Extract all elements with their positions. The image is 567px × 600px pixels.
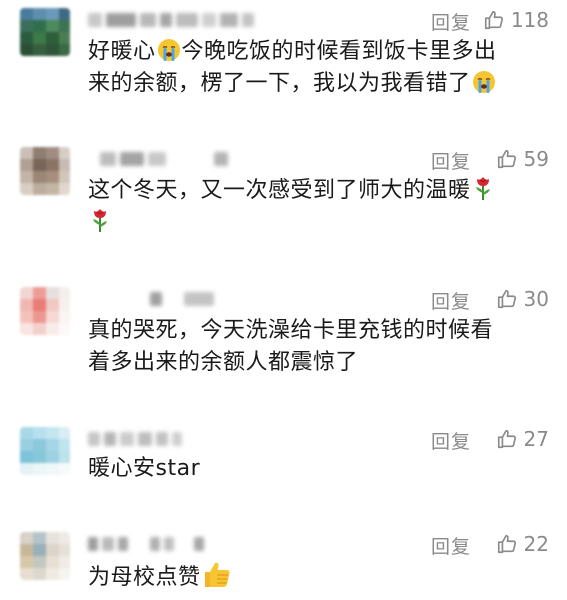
reply-button[interactable]: 回复 (431, 8, 471, 35)
comment-item: 回复 27 暖心安star (0, 427, 567, 497)
like-count: 27 (523, 427, 549, 451)
comment-item: 回复 22 为母校点赞 (0, 532, 567, 600)
avatar[interactable] (20, 147, 70, 195)
reply-button[interactable]: 回复 (431, 287, 471, 314)
thumbs-up-icon (497, 534, 516, 554)
like-button[interactable]: 22 (496, 532, 549, 556)
comment-item: 回复 30 真的哭死，今天洗澡给卡里充钱的时候看 着多出来的余额人都震惊了 (0, 287, 567, 387)
crying-face-icon (472, 71, 495, 93)
rose-icon (475, 177, 490, 200)
thumbs-up-icon (484, 10, 503, 30)
rose-icon (93, 209, 107, 232)
username-blurred[interactable] (100, 151, 228, 167)
thumbs-up-emoji-icon (204, 562, 230, 587)
comment-text: 好暖心 今晚吃饭的时候看到饭卡里多出 来的余额，楞了一下，我以为我看错了 (88, 39, 497, 96)
thumbs-up-icon (497, 289, 516, 309)
avatar[interactable] (20, 532, 70, 580)
like-button[interactable]: 30 (496, 287, 549, 311)
comment-text: 暖心安star (88, 456, 201, 481)
comment-item: 回复 118 好暖心 今晚吃饭的时候看到饭卡里多出 来的余额，楞了一下，我以为我看… (0, 8, 567, 108)
like-count: 59 (523, 147, 549, 171)
comment-item: 回复 59 这个冬天，又一次感受到了师大的温暖 (0, 147, 567, 257)
like-button[interactable]: 59 (496, 147, 549, 171)
username-blurred[interactable] (88, 431, 182, 447)
crying-face-icon (157, 39, 180, 61)
like-count: 30 (523, 287, 549, 311)
like-button[interactable]: 27 (496, 427, 549, 451)
comment-text: 为母校点赞 (88, 560, 545, 594)
like-count: 22 (523, 532, 549, 556)
avatar[interactable] (20, 8, 70, 56)
reply-button[interactable]: 回复 (431, 427, 471, 454)
like-button[interactable]: 118 (483, 8, 549, 32)
thumbs-up-icon (497, 429, 516, 449)
username-blurred[interactable] (88, 536, 204, 552)
username-blurred[interactable] (88, 12, 254, 28)
comment-text: 这个冬天，又一次感受到了师大的温暖 (88, 175, 545, 239)
username-blurred[interactable] (150, 291, 214, 307)
like-count: 118 (510, 8, 549, 32)
thumbs-up-icon (497, 149, 516, 169)
reply-button[interactable]: 回复 (431, 532, 471, 559)
avatar[interactable] (20, 427, 70, 475)
reply-button[interactable]: 回复 (431, 147, 471, 174)
comment-text: 真的哭死，今天洗澡给卡里充钱的时候看 着多出来的余额人都震惊了 (88, 318, 494, 375)
avatar[interactable] (20, 287, 70, 335)
